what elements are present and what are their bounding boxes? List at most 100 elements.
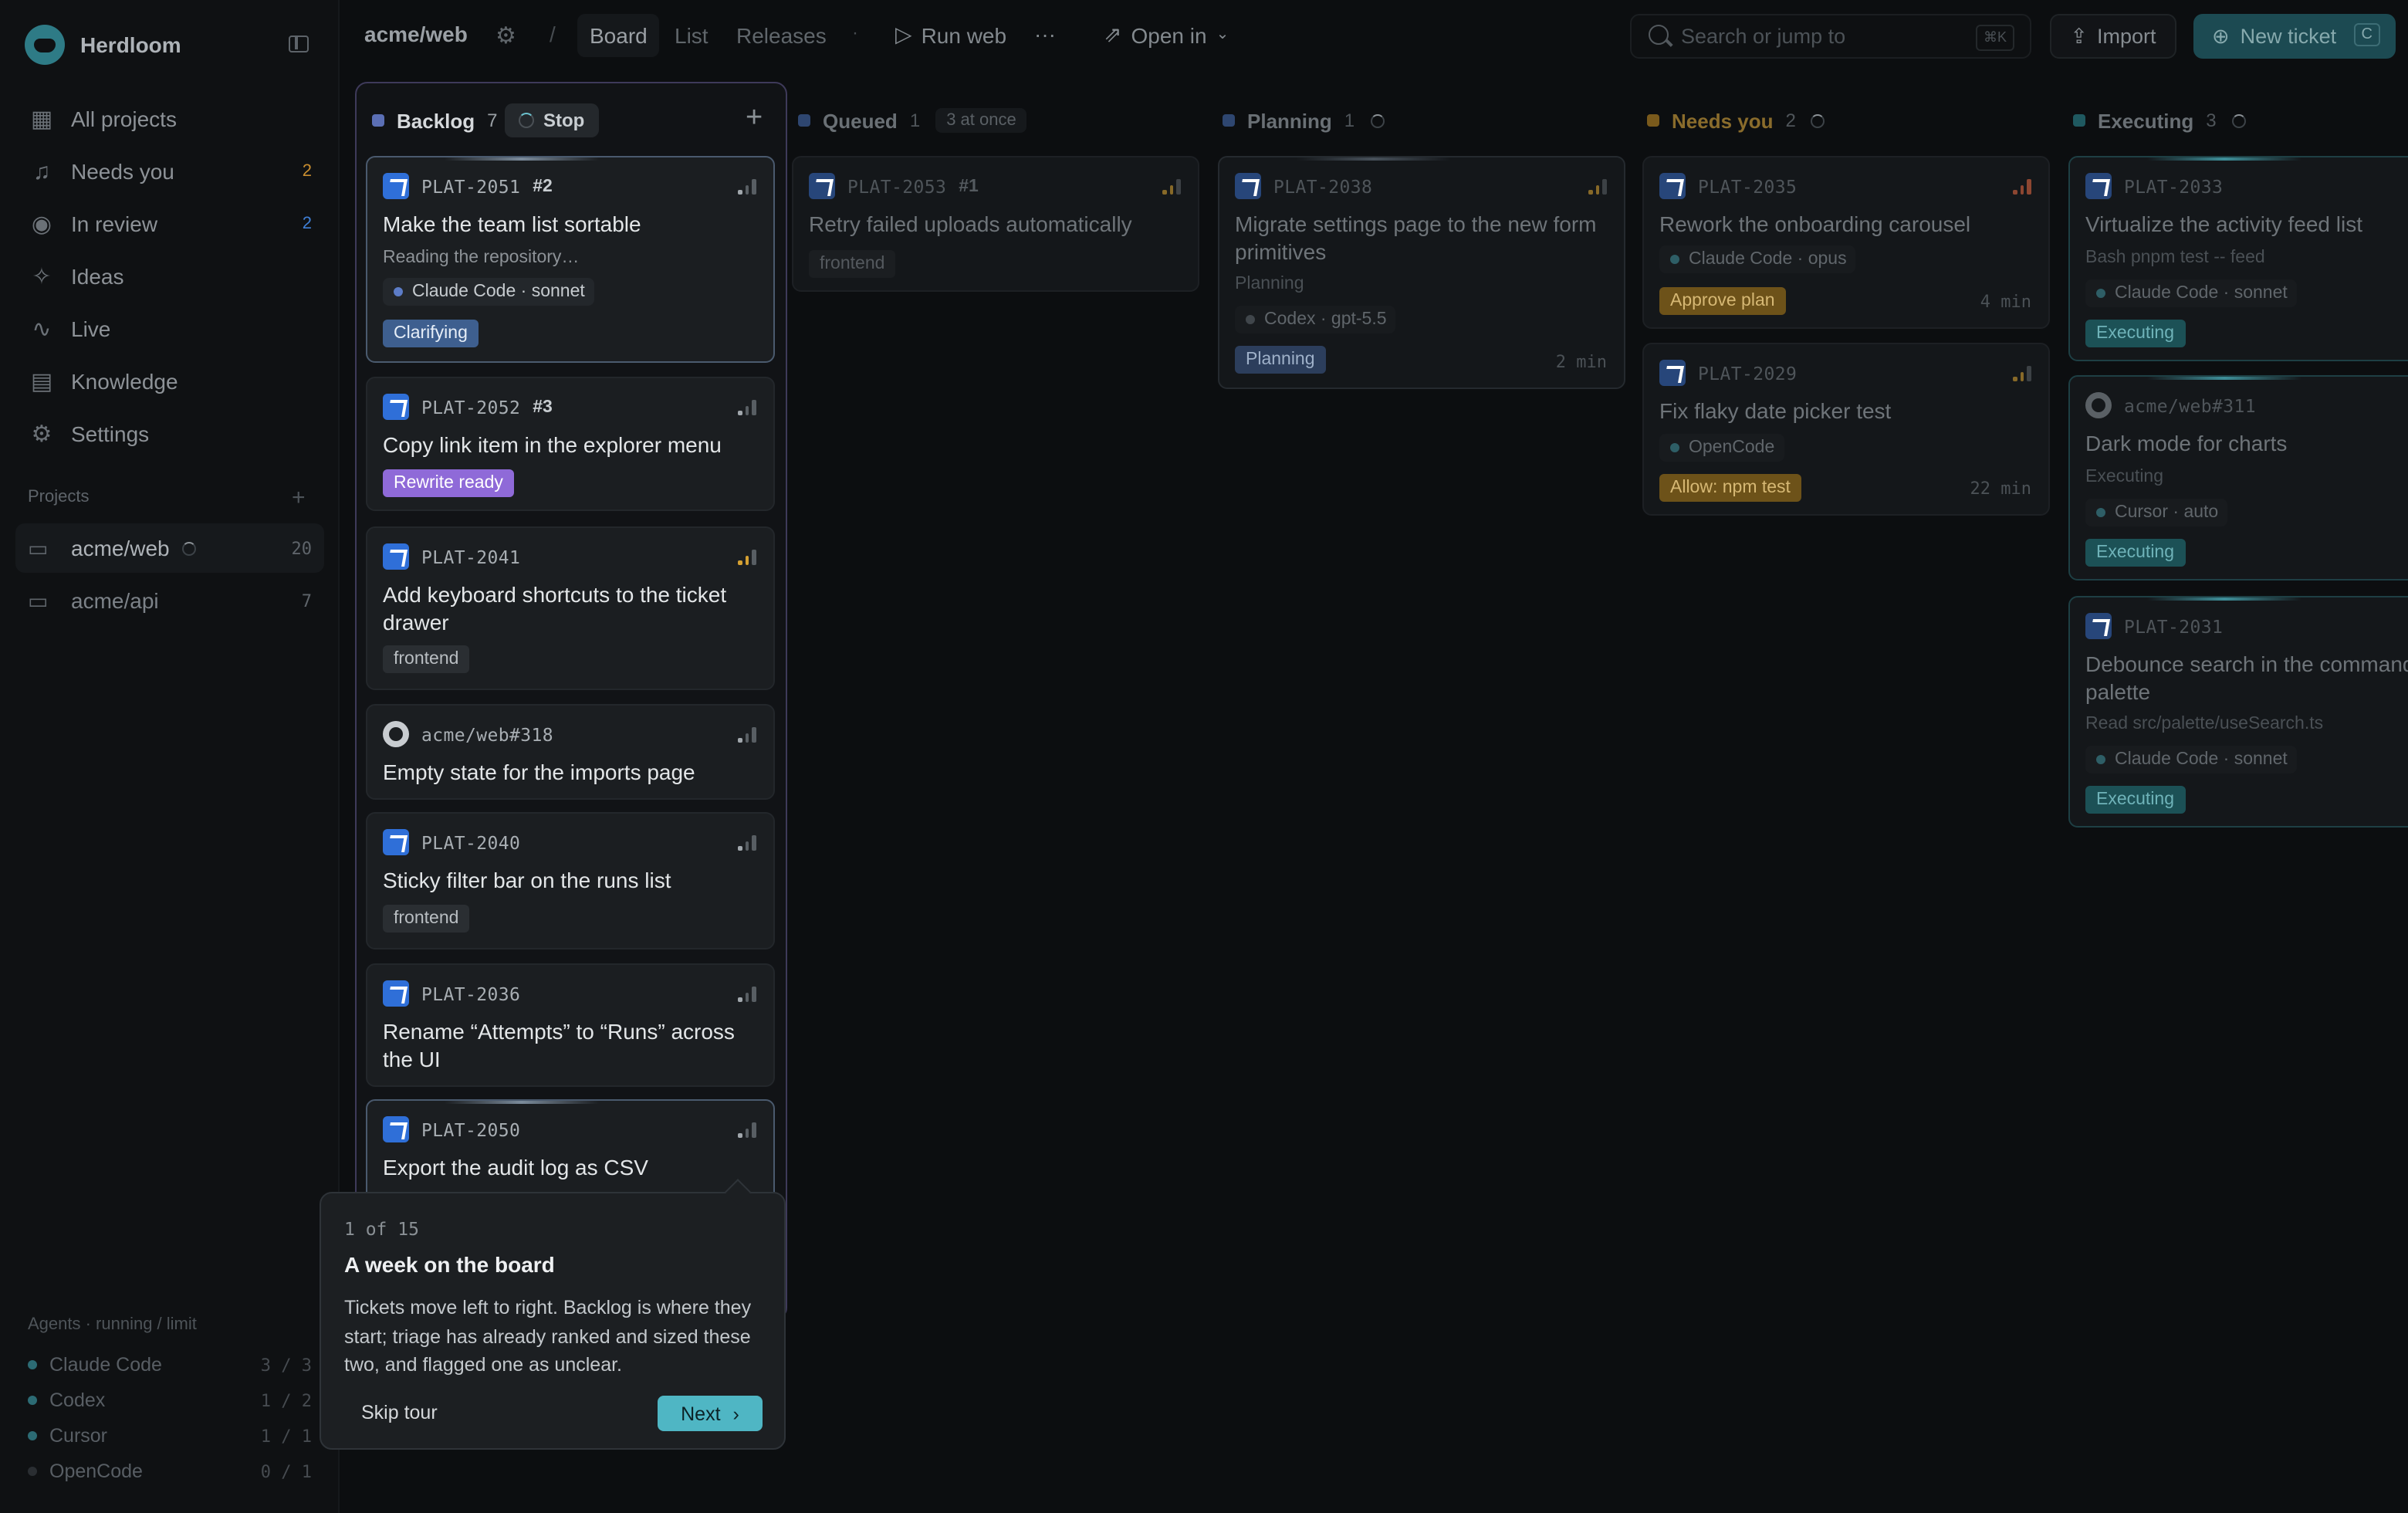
agent-chip: Codex · gpt-5.5 — [1235, 306, 1396, 333]
bell-icon: ♫ — [32, 158, 51, 184]
sidebar-item-in-review[interactable]: ◉ In review 2 — [15, 198, 324, 250]
ticket-card[interactable]: PLAT-2035 Rework the onboarding carousel… — [1642, 156, 2050, 329]
sidebar-item-settings[interactable]: ⚙ Settings — [15, 408, 324, 460]
skip-tour-button[interactable]: Skip tour — [361, 1402, 438, 1423]
tab-list[interactable]: List — [662, 14, 721, 57]
herdloom-logo-icon — [25, 25, 65, 65]
ticket-card[interactable]: PLAT-2041 Add keyboard shortcuts to the … — [366, 526, 775, 690]
tab-board[interactable]: Board — [577, 14, 660, 57]
open-in-button[interactable]: ⇗ Open in ⌄ — [1104, 22, 1229, 48]
ticket-rank: #3 — [533, 398, 553, 416]
project-settings-gear-icon[interactable]: ⚙ — [495, 22, 516, 49]
needs-you-count: 2 — [302, 162, 312, 181]
status-dot-icon — [28, 1467, 37, 1476]
priority-bars-icon — [2013, 179, 2031, 195]
project-title[interactable]: acme/web — [364, 22, 468, 46]
agent-dot-icon — [394, 287, 403, 296]
run-web-button[interactable]: ▷ Run web — [895, 22, 1006, 48]
status-badge: Clarifying — [383, 320, 479, 347]
agent-usage: 1 / 2 — [260, 1390, 312, 1410]
ticket-card[interactable]: PLAT-2040 Sticky filter bar on the runs … — [366, 812, 775, 949]
agent-usage: 1 / 1 — [260, 1426, 312, 1446]
card-header: PLAT-2052 #3 — [383, 394, 553, 420]
ticket-card[interactable]: PLAT-2033 Virtualize the activity feed l… — [2068, 156, 2408, 361]
agent-label: Claude Code · sonnet — [412, 283, 585, 301]
upload-icon: ⇪ — [2070, 24, 2088, 47]
sidebar-item-live[interactable]: ∿ Live — [15, 303, 324, 355]
column-header-executing: Executing 3 — [2073, 105, 2246, 136]
ticket-key: PLAT-2036 — [421, 983, 521, 1004]
sidebar-item-ideas[interactable]: ✧ Ideas — [15, 250, 324, 303]
grid-icon: ▦ — [30, 107, 53, 133]
stop-button[interactable]: Stop — [505, 103, 599, 137]
sidebar-item-label: Needs you — [71, 159, 174, 184]
agent-dot-icon — [1670, 255, 1679, 264]
priority-bars-icon — [738, 1122, 756, 1138]
folder-icon: ▭ — [28, 535, 49, 560]
priority-bars-icon — [738, 400, 756, 415]
ticket-card[interactable]: PLAT-2036 Rename “Attempts” to “Runs” ac… — [366, 963, 775, 1087]
sidebar-item-all-projects[interactable]: ▦ All projects — [15, 93, 324, 145]
ticket-title: Add keyboard shortcuts to the ticket dra… — [383, 582, 727, 635]
ticket-card[interactable]: PLAT-2050 Export the audit log as CSV — [366, 1099, 775, 1201]
sidebar-item-needs-you[interactable]: ♫ Needs you 2 — [15, 145, 324, 198]
sidebar: Herdloom ▦ All projects ♫ Needs you 2 ◉ … — [0, 0, 340, 1513]
search-shortcut: ⌘K — [1975, 25, 2014, 51]
priority-bars-icon — [738, 727, 756, 743]
project-acme-api[interactable]: ▭ acme/api 7 — [15, 576, 324, 625]
sparkle-icon: ✧ — [32, 264, 52, 290]
card-header: acme/web#318 — [383, 721, 553, 747]
ticket-card[interactable]: acme/web#318 Empty state for the imports… — [366, 704, 775, 800]
ticket-card[interactable]: PLAT-2051 #2 Make the team list sortable… — [366, 156, 775, 363]
card-header: PLAT-2041 — [383, 543, 520, 570]
brand[interactable]: Herdloom — [25, 25, 181, 65]
add-project-icon[interactable]: + — [292, 485, 306, 511]
approve-plan-badge[interactable]: Approve plan — [1659, 287, 1786, 315]
collapse-sidebar-icon[interactable] — [289, 36, 309, 52]
agent-row-opencode: OpenCode 0 / 1 — [28, 1457, 315, 1485]
card-header: PLAT-2051 #2 — [383, 173, 553, 199]
add-ticket-plus-icon[interactable]: + — [746, 102, 763, 136]
tab-releases[interactable]: Releases — [724, 14, 839, 57]
project-acme-web[interactable]: ▭ acme/web 20 — [15, 523, 324, 573]
gear-icon: ⚙ — [31, 421, 52, 448]
ticket-title: Make the team list sortable — [383, 212, 641, 236]
agent-name: OpenCode — [49, 1461, 143, 1482]
jira-icon — [1235, 173, 1261, 199]
next-button[interactable]: Next › — [658, 1396, 763, 1431]
card-header: PLAT-2036 — [383, 980, 520, 1007]
allow-command-badge[interactable]: Allow: npm test — [1659, 474, 1801, 502]
ticket-status-text: Planning — [1235, 275, 1304, 293]
agent-usage: 3 / 3 — [260, 1355, 312, 1375]
column-color-icon — [1223, 114, 1235, 127]
spinner-icon — [519, 113, 534, 128]
ticket-card[interactable]: PLAT-2029 Fix flaky date picker test Ope… — [1642, 343, 2050, 516]
ticket-card[interactable]: acme/web#311 Dark mode for charts Execut… — [2068, 375, 2408, 580]
agent-label: Claude Code · opus — [1689, 250, 1847, 269]
column-header-planning: Planning 1 — [1223, 105, 1385, 136]
concurrency-pill: 3 at once — [935, 108, 1027, 133]
status-badge: Rewrite ready — [383, 469, 514, 497]
ticket-card[interactable]: PLAT-2052 #3 Copy link item in the explo… — [366, 377, 775, 511]
active-glow — [445, 157, 599, 161]
column-color-icon — [372, 114, 384, 127]
ticket-title: Sticky filter bar on the runs list — [383, 868, 671, 892]
sidebar-item-knowledge[interactable]: ▤ Knowledge — [15, 355, 324, 408]
column-color-icon — [1647, 114, 1659, 127]
more-menu-button[interactable]: ··· — [1034, 22, 1056, 46]
ticket-key: acme/web#311 — [2124, 394, 2256, 416]
agent-chip: Claude Code · sonnet — [383, 278, 594, 306]
ticket-card[interactable]: PLAT-2031 Debounce search in the command… — [2068, 596, 2408, 828]
active-glow — [1297, 157, 1451, 161]
new-ticket-button[interactable]: ⊕ New ticket C — [2193, 14, 2396, 59]
search-input[interactable]: Search or jump to ⌘K — [1630, 14, 2031, 59]
column-header-needs-you: Needs you 2 — [1647, 105, 1825, 136]
elapsed-time: 2 min — [1555, 352, 1607, 372]
jira-icon — [2085, 613, 2112, 639]
ticket-card[interactable]: PLAT-2038 Migrate settings page to the n… — [1218, 156, 1625, 389]
import-button[interactable]: ⇪ Import — [2050, 14, 2176, 59]
card-header: PLAT-2035 — [1659, 173, 1797, 199]
eye-icon: ◉ — [31, 212, 52, 238]
run-web-label: Run web — [921, 22, 1007, 47]
ticket-card[interactable]: PLAT-2053 #1 Retry failed uploads automa… — [792, 156, 1199, 292]
